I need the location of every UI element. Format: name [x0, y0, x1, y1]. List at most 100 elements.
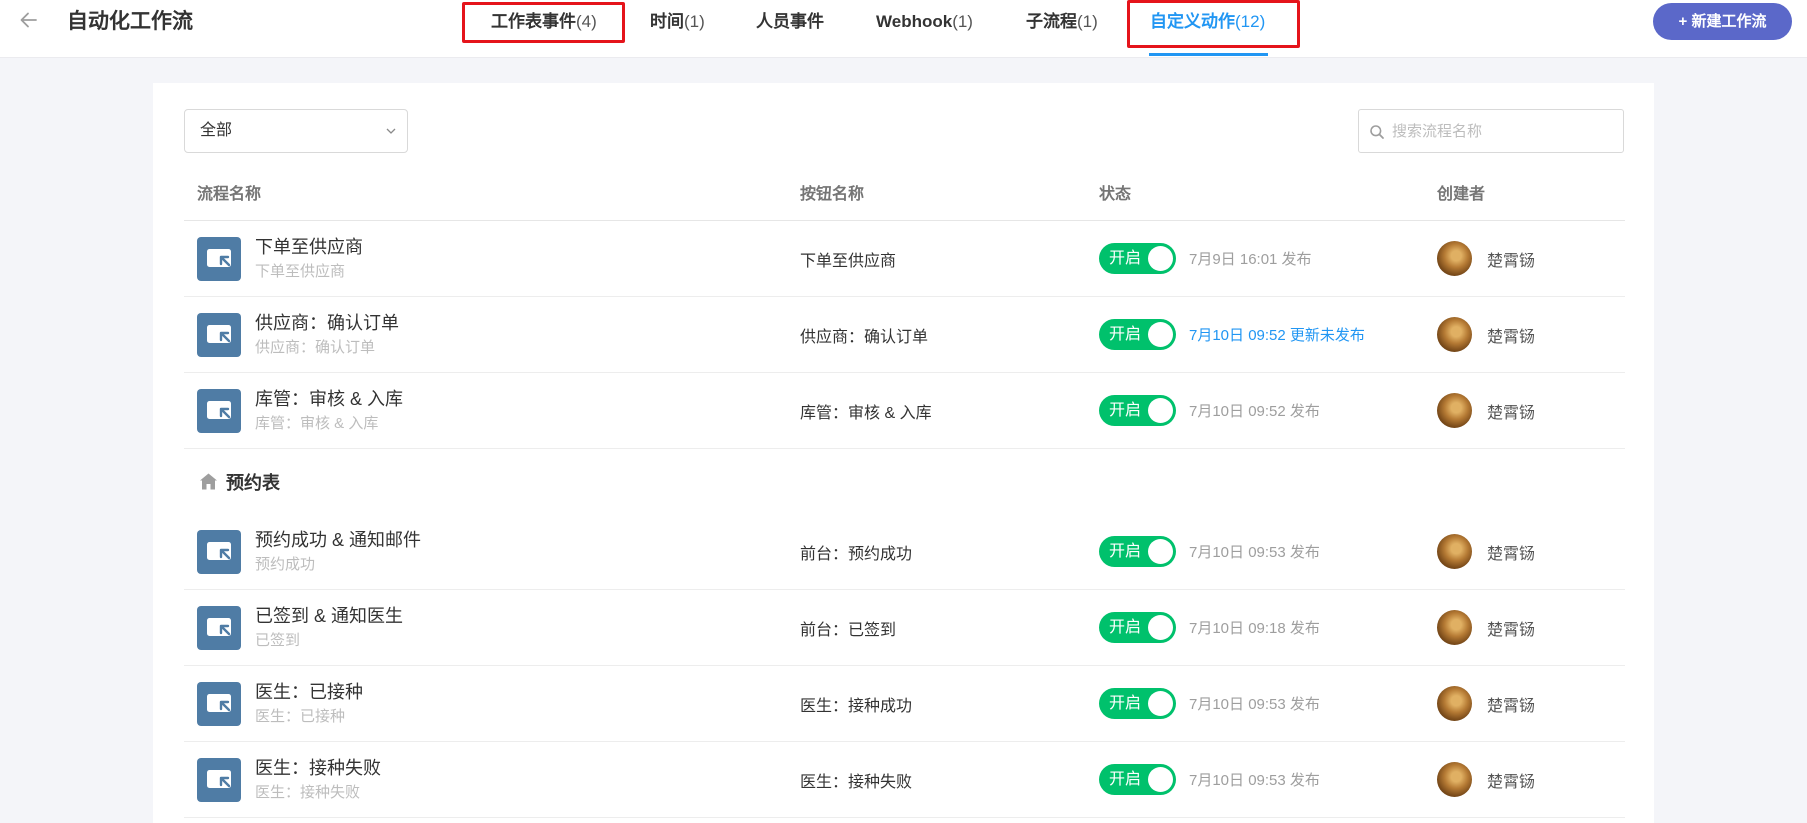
publish-status: 7月10日 09:53 发布 [1189, 696, 1320, 713]
creator-name: 楚霄铴 [1487, 252, 1536, 270]
toggle-label: 开启 [1109, 695, 1142, 712]
toggle-label: 开启 [1109, 543, 1142, 560]
avatar [1437, 317, 1472, 352]
highlight-box-worksheet-event [462, 2, 625, 43]
avatar [1437, 241, 1472, 276]
creator-name: 楚霄铴 [1487, 328, 1536, 346]
toggle-label: 开启 [1109, 250, 1142, 267]
table-row[interactable]: 医生：已接种 医生：已接种 医生：接种成功 开启 7月10日 09:53 发布 … [184, 666, 1625, 742]
page-title: 自动化工作流 [67, 10, 193, 33]
column-header-status: 状态 [1099, 186, 1132, 203]
table-header: 流程名称 按钮名称 状态 创建者 [184, 164, 1625, 221]
tab-user-event[interactable]: 人员事件 [756, 10, 824, 34]
publish-status[interactable]: 7月10日 09:52 更新未发布 [1189, 324, 1365, 345]
flow-subtitle: 医生：已接种 [255, 708, 346, 725]
custom-action-icon [197, 236, 241, 281]
toggle-label: 开启 [1109, 402, 1142, 419]
tab-count: (1) [684, 12, 705, 31]
status-toggle[interactable]: 开启 [1099, 536, 1176, 567]
avatar [1437, 534, 1472, 569]
button-name: 供应商：确认订单 [800, 328, 929, 346]
flow-subtitle: 库管：审核 & 入库 [255, 415, 379, 432]
arrow-left-icon[interactable] [18, 9, 40, 31]
status-toggle[interactable]: 开启 [1099, 319, 1176, 350]
status-toggle[interactable]: 开启 [1099, 688, 1176, 719]
flow-name[interactable]: 已签到 & 通知医生 [255, 604, 403, 628]
custom-action-icon [197, 388, 241, 433]
status-toggle[interactable]: 开启 [1099, 612, 1176, 643]
custom-action-icon [197, 681, 241, 726]
button-name: 下单至供应商 [800, 252, 897, 270]
table-row[interactable]: 已签到 & 通知医生 已签到 前台：已签到 开启 7月10日 09:18 发布 … [184, 590, 1625, 666]
status-toggle[interactable]: 开启 [1099, 395, 1176, 426]
publish-status: 7月10日 09:53 发布 [1189, 544, 1320, 561]
creator-name: 楚霄铴 [1487, 773, 1536, 791]
tab-time[interactable]: 时间(1) [650, 10, 705, 34]
status-toggle[interactable]: 开启 [1099, 243, 1176, 274]
tab-count: (1) [952, 12, 973, 31]
table-row[interactable]: 医生：接种失败 医生：接种失败 医生：接种失败 开启 7月10日 09:53 发… [184, 742, 1625, 818]
creator-name: 楚霄铴 [1487, 621, 1536, 639]
custom-action-icon [197, 605, 241, 650]
worksheet-filter-select[interactable]: 全部 [184, 109, 408, 153]
flow-subtitle: 下单至供应商 [255, 263, 346, 280]
table-row[interactable]: 库管：审核 & 入库 库管：审核 & 入库 库管：审核 & 入库 开启 7月10… [184, 373, 1625, 449]
custom-action-icon [197, 529, 241, 574]
search-icon [1369, 124, 1385, 140]
publish-status: 7月10日 09:18 发布 [1189, 620, 1320, 637]
toggle-label: 开启 [1109, 619, 1142, 636]
button-name: 前台：预约成功 [800, 545, 913, 563]
avatar [1437, 686, 1472, 721]
publish-status: 7月9日 16:01 发布 [1189, 251, 1312, 268]
toggle-knob [1148, 398, 1173, 423]
column-header-creator: 创建者 [1437, 186, 1486, 203]
tab-label: 人员事件 [756, 12, 824, 31]
button-name: 医生：接种成功 [800, 697, 913, 715]
status-toggle[interactable]: 开启 [1099, 764, 1176, 795]
flow-name[interactable]: 预约成功 & 通知邮件 [255, 528, 421, 552]
tab-label: Webhook [876, 12, 953, 31]
chevron-down-icon [385, 125, 397, 137]
creator-name: 楚霄铴 [1487, 545, 1536, 563]
table-row[interactable]: 预约成功 & 通知邮件 预约成功 前台：预约成功 开启 7月10日 09:53 … [184, 514, 1625, 590]
avatar [1437, 393, 1472, 428]
flow-name[interactable]: 库管：审核 & 入库 [255, 387, 403, 411]
flow-name[interactable]: 医生：已接种 [255, 680, 363, 704]
toggle-label: 开启 [1109, 771, 1142, 788]
table-row[interactable]: 供应商：确认订单 供应商：确认订单 供应商：确认订单 开启 7月10日 09:5… [184, 297, 1625, 373]
tab-webhook[interactable]: Webhook(1) [876, 10, 973, 34]
search-input[interactable] [1392, 110, 1617, 152]
flow-subtitle: 供应商：确认订单 [255, 339, 376, 356]
tab-label: 子流程 [1026, 12, 1077, 31]
flow-name[interactable]: 医生：接种失败 [255, 756, 381, 780]
workflow-list-card: 全部 流程名称 按钮名称 状态 创建者 下单至供应商 下单至供应商 下 [153, 83, 1654, 823]
column-header-flow-name: 流程名称 [197, 186, 262, 203]
publish-status: 7月10日 09:52 发布 [1189, 403, 1320, 420]
creator-name: 楚霄铴 [1487, 697, 1536, 715]
table-row[interactable]: 下单至供应商 下单至供应商 下单至供应商 开启 7月9日 16:01 发布 楚霄… [184, 221, 1625, 297]
top-bar: 自动化工作流 工作表事件(4) 时间(1) 人员事件 Webhook(1) 子流… [0, 0, 1807, 58]
toggle-knob [1148, 539, 1173, 564]
home-icon [199, 472, 218, 491]
workflow-table: 流程名称 按钮名称 状态 创建者 下单至供应商 下单至供应商 下单至供应商 开启… [184, 164, 1625, 818]
column-header-button-name: 按钮名称 [800, 186, 865, 203]
search-box[interactable] [1358, 109, 1624, 153]
custom-action-icon [197, 757, 241, 802]
tab-subprocess[interactable]: 子流程(1) [1026, 10, 1098, 34]
toggle-knob [1148, 615, 1173, 640]
new-workflow-button[interactable]: + 新建工作流 [1653, 3, 1792, 40]
publish-status: 7月10日 09:53 发布 [1189, 772, 1320, 789]
toggle-knob [1148, 691, 1173, 716]
tab-label: 时间 [650, 12, 684, 31]
creator-name: 楚霄铴 [1487, 404, 1536, 422]
flow-name[interactable]: 供应商：确认订单 [255, 311, 399, 335]
filter-selected-value: 全部 [200, 122, 233, 139]
tab-count: (1) [1077, 12, 1098, 31]
custom-action-icon [197, 312, 241, 357]
flow-subtitle: 预约成功 [255, 556, 316, 573]
flow-name[interactable]: 下单至供应商 [255, 235, 363, 259]
flow-subtitle: 已签到 [255, 632, 301, 649]
toggle-knob [1148, 246, 1173, 271]
button-name: 医生：接种失败 [800, 773, 913, 791]
toggle-knob [1148, 322, 1173, 347]
